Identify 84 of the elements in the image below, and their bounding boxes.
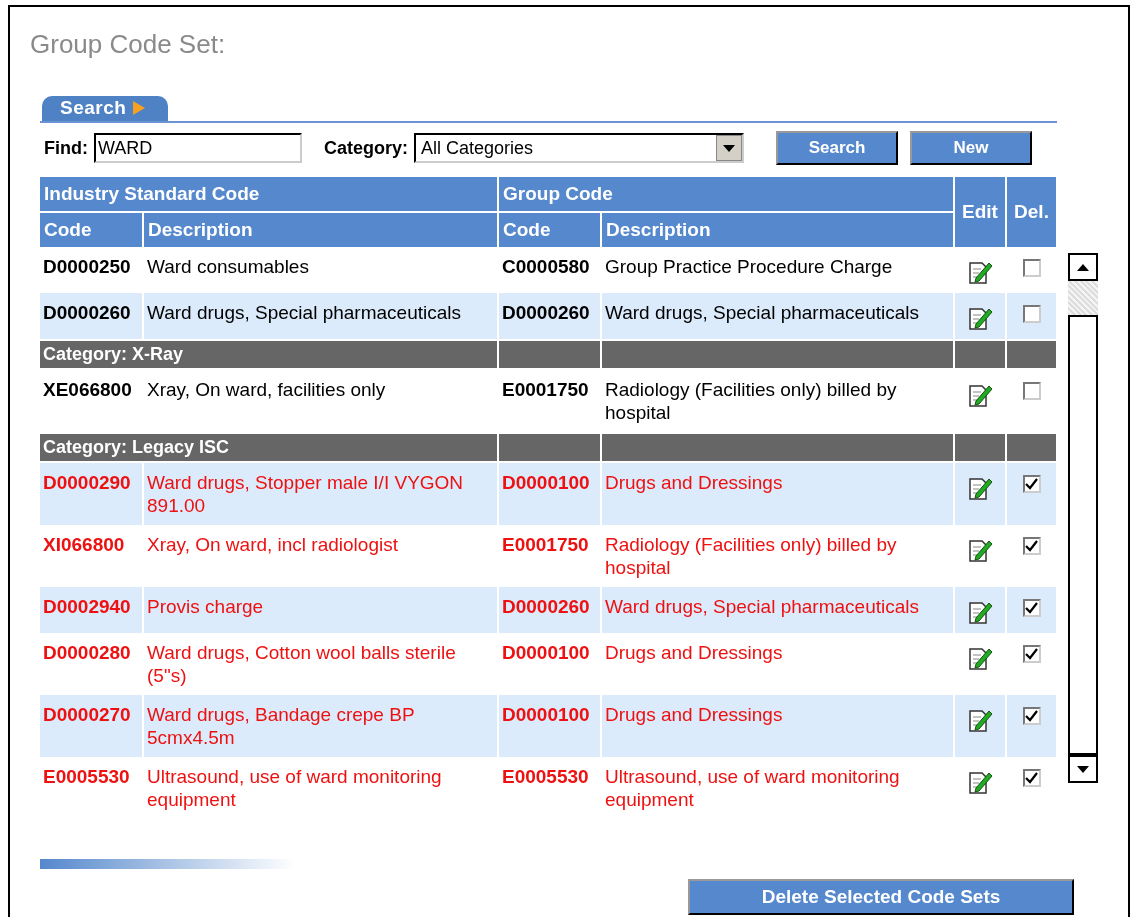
table-cell-text: Radiology (Facilities only) billed by hospital: [604, 533, 898, 580]
edit-icon[interactable]: [967, 259, 993, 285]
delete-checkbox[interactable]: [1022, 707, 1041, 725]
delete-checkbox[interactable]: [1022, 382, 1041, 400]
delete-checkbox[interactable]: [1022, 475, 1041, 493]
category-row-cell: [1007, 341, 1056, 368]
find-label: Find:: [44, 137, 88, 159]
table-cell-text: E0001750: [501, 378, 590, 402]
edit-icon[interactable]: [967, 537, 993, 563]
edit-icon[interactable]: [967, 382, 993, 408]
toolbar-button[interactable]: Search: [776, 131, 898, 165]
column-group-header: Group Code: [499, 177, 953, 211]
table-cell-text: Xray, On ward, facilities only: [146, 378, 387, 402]
delete-checkbox[interactable]: [1022, 599, 1041, 617]
column-header: Del.: [1007, 177, 1056, 247]
table-cell-text: C0000580: [501, 255, 591, 279]
scroll-up-button[interactable]: [1068, 253, 1098, 281]
search-tab[interactable]: Search: [42, 96, 169, 121]
table-cell: Ward drugs, Special pharmaceuticals: [602, 587, 953, 633]
category-label: Category:: [324, 137, 408, 159]
table-cell: D0000100: [499, 463, 600, 525]
category-row-cell: [955, 341, 1005, 368]
edit-icon[interactable]: [967, 305, 993, 331]
edit-icon[interactable]: [967, 769, 993, 795]
table-cell: D0000270: [40, 695, 142, 757]
edit-icon[interactable]: [967, 645, 993, 671]
table-cell: D0002940: [40, 587, 142, 633]
column-header: Description: [602, 213, 953, 247]
table-cell: Drugs and Dressings: [602, 463, 953, 525]
delete-checkbox[interactable]: [1022, 305, 1041, 323]
table-cell: D0000290: [40, 463, 142, 525]
table-cell: Ward drugs, Special pharmaceuticals: [602, 293, 953, 339]
dropdown-arrow-icon: [723, 144, 735, 152]
table-cell: D0000260: [499, 587, 600, 633]
down-arrow-icon: [1077, 765, 1089, 773]
table-cell-text: Ultrasound, use of ward monitoring equipment: [604, 765, 901, 812]
delete-selected-button[interactable]: Delete Selected Code Sets: [688, 879, 1074, 915]
find-field[interactable]: WARD: [94, 133, 302, 163]
up-arrow-icon: [1077, 263, 1089, 271]
play-arrow-icon: [132, 100, 147, 116]
column-header: Edit: [955, 177, 1005, 247]
table-cell-text: Ultrasound, use of ward monitoring equipment: [146, 765, 443, 812]
column-group-header: Industry Standard Code: [40, 177, 497, 211]
table-cell-text: XI066800: [42, 533, 126, 557]
table-cell-text: E0005530: [501, 765, 590, 789]
table-cell: Ward drugs, Stopper male I/I VYGON 891.00: [144, 463, 497, 525]
table-cell-text: Ward drugs, Cotton wool balls sterile (5"s): [146, 641, 457, 688]
category-row-cell: [1007, 434, 1056, 461]
table-cell-text: Xray, On ward, incl radiologist: [146, 533, 399, 557]
toolbar-button[interactable]: New: [910, 131, 1032, 165]
table-cell-text: D0000250: [42, 255, 132, 279]
table-cell-text: E0001750: [501, 533, 590, 557]
delete-checkbox[interactable]: [1022, 259, 1041, 277]
table-cell-text: D0000280: [42, 641, 132, 665]
table-cell: Ward drugs, Bandage crepe BP 5cmx4.5m: [144, 695, 497, 757]
edit-icon[interactable]: [967, 707, 993, 733]
table-cell: D0000100: [499, 695, 600, 757]
column-header: Description: [144, 213, 497, 247]
scrollbar-thumb[interactable]: [1068, 315, 1098, 755]
table-cell-text: Ward consumables: [146, 255, 310, 279]
table-cell: Provis charge: [144, 587, 497, 633]
category-row-header: Category: Legacy ISC: [40, 434, 497, 461]
table-cell: D0000260: [499, 293, 600, 339]
category-row-header: Category: X-Ray: [40, 341, 497, 368]
table-cell-text: E0005530: [42, 765, 131, 789]
table-cell: Ward drugs, Special pharmaceuticals: [144, 293, 497, 339]
delete-checkbox[interactable]: [1022, 537, 1041, 555]
column-header: Code: [499, 213, 600, 247]
delete-checkbox[interactable]: [1022, 769, 1041, 787]
edit-icon[interactable]: [967, 599, 993, 625]
table-cell-text: Drugs and Dressings: [604, 641, 784, 665]
table-cell-text: D0000100: [501, 641, 591, 665]
table-cell-text: Radiology (Facilities only) billed by hospital: [604, 378, 898, 425]
delete-checkbox[interactable]: [1022, 645, 1041, 663]
table-cell: Drugs and Dressings: [602, 695, 953, 757]
category-row-cell: [955, 434, 1005, 461]
category-dropdown[interactable]: All Categories: [414, 133, 744, 163]
scroll-down-button[interactable]: [1068, 755, 1098, 783]
edit-icon[interactable]: [967, 475, 993, 501]
page-title: Group Code Set:: [30, 29, 226, 60]
table-cell-text: Group Practice Procedure Charge: [604, 255, 894, 279]
table-cell-text: XE066800: [42, 378, 133, 402]
table-cell: D0000260: [40, 293, 142, 339]
column-header: Code: [40, 213, 142, 247]
